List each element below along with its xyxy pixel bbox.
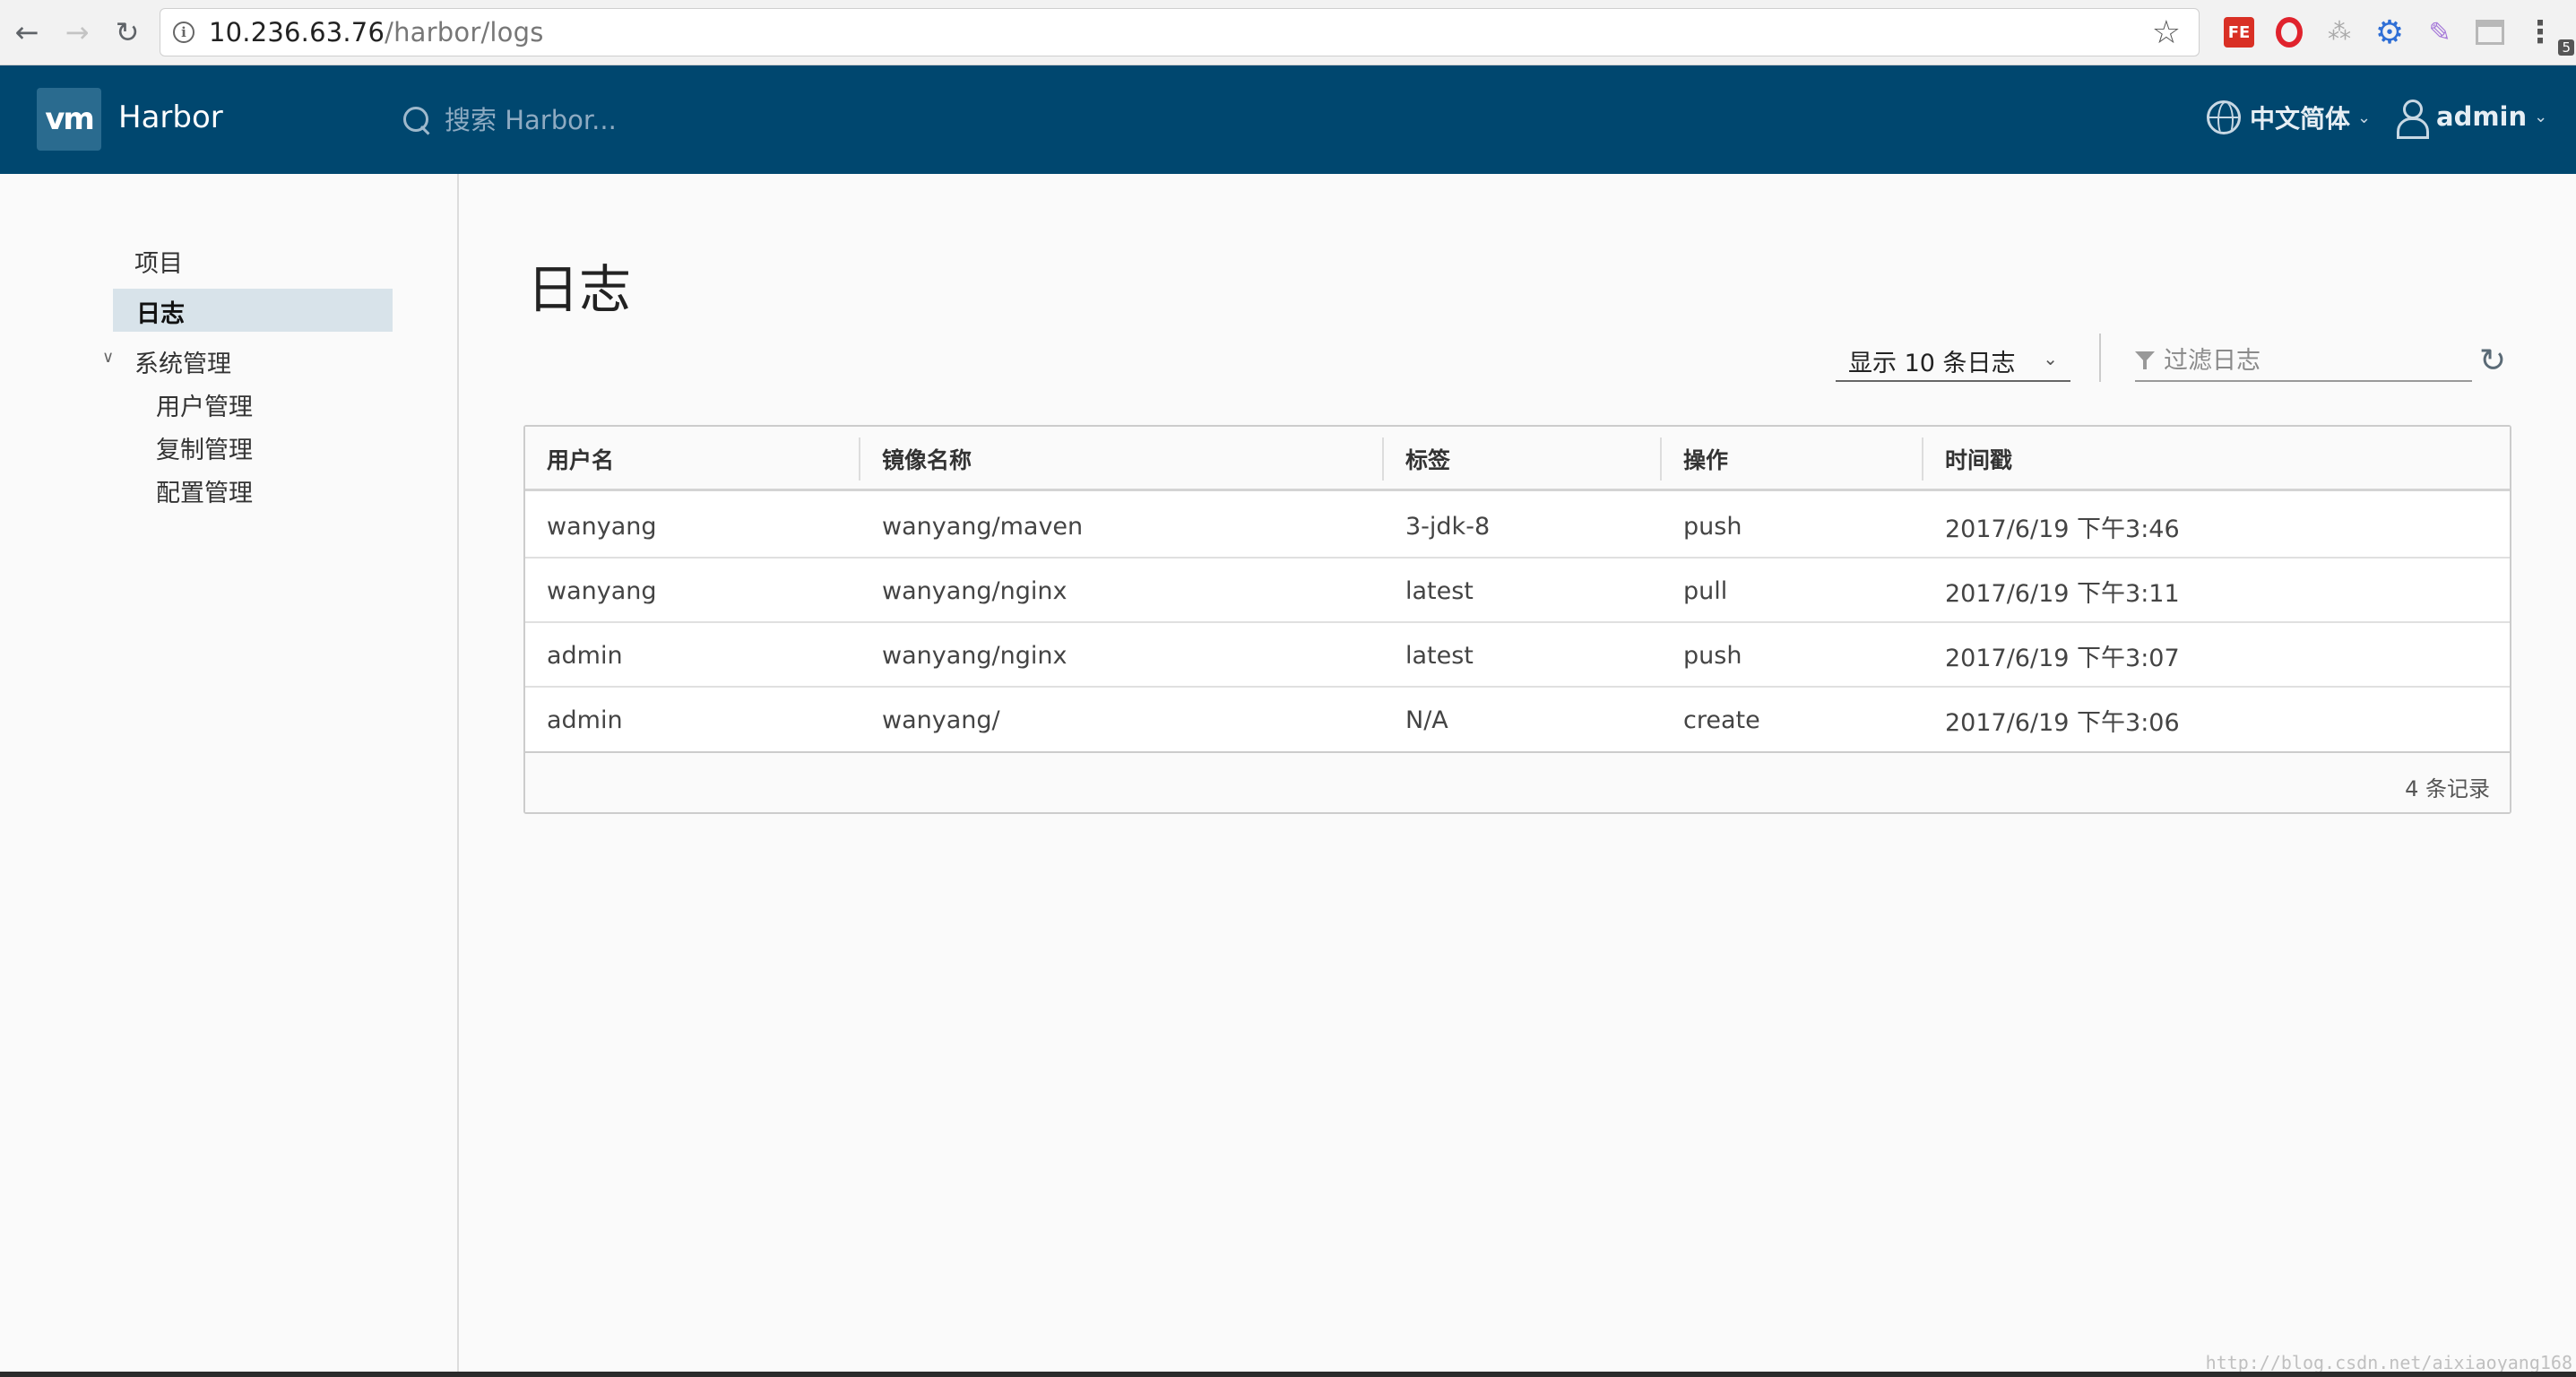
address-bar[interactable]: i 10.236.63.76/harbor/logs ☆ — [160, 8, 2200, 56]
chevron-down-icon: ⌄ — [2534, 107, 2548, 126]
sidebar-item-logs[interactable]: 日志 — [136, 294, 185, 329]
fe-extension-icon[interactable]: FE — [2221, 14, 2257, 50]
search-input[interactable] — [445, 101, 893, 139]
language-label: 中文简体 — [2250, 104, 2351, 134]
sidebar-item-configuration[interactable]: 配置管理 — [156, 473, 253, 508]
global-search — [402, 101, 893, 139]
column-header-timestamp[interactable]: 时间戳 — [1923, 427, 2012, 491]
page-size-label: 显示 10 条日志 — [1848, 349, 2016, 377]
cell-operation: push — [1683, 512, 1742, 541]
window-bottom-edge — [0, 1372, 2576, 1377]
arrow-right-icon: → — [65, 15, 90, 49]
url-host: 10.236.63.76 — [209, 17, 385, 48]
table-header: 用户名 镜像名称 标签 操作 时间戳 — [525, 427, 2510, 491]
cell-tag: latest — [1405, 576, 1474, 605]
sidebar-nav: 项目 日志 ∨ 系统管理 用户管理 复制管理 配置管理 — [0, 174, 459, 1377]
sidebar-item-replication[interactable]: 复制管理 — [156, 430, 253, 465]
cell-repository: wanyang/maven — [882, 512, 1084, 541]
url-path: /harbor/logs — [385, 17, 544, 48]
filter-input[interactable] — [2164, 342, 2459, 378]
cell-timestamp: 2017/6/19 下午3:07 — [1945, 644, 2180, 672]
extension-icons: FE ⁂ ⚙ 5 ✎ ⋮ — [2221, 11, 2574, 56]
record-count: 4 条记录 — [2405, 776, 2490, 801]
column-header-repository[interactable]: 镜像名称 — [860, 427, 972, 491]
sidebar-item-users[interactable]: 用户管理 — [156, 387, 253, 422]
browser-menu-icon[interactable]: ⋮ — [2522, 14, 2558, 50]
refresh-icon[interactable]: ↻ — [2479, 342, 2506, 379]
reload-button[interactable]: ↻ — [109, 13, 145, 52]
column-header-tag[interactable]: 标签 — [1384, 427, 1450, 491]
url-text[interactable]: 10.236.63.76/harbor/logs — [209, 17, 544, 48]
table-row[interactable]: wanyang wanyang/maven 3-jdk-8 push 2017/… — [525, 494, 2510, 559]
sidebar-item-admin[interactable]: 系统管理 — [134, 344, 231, 379]
table-row[interactable]: wanyang wanyang/nginx latest pull 2017/6… — [525, 559, 2510, 623]
vmware-logo: vm — [37, 88, 101, 151]
cell-username: wanyang — [547, 576, 657, 605]
language-switcher[interactable]: 中文简体 ⌄ — [2207, 100, 2371, 135]
cell-operation: create — [1683, 706, 1760, 734]
sidebar-item-projects[interactable]: 项目 — [134, 244, 183, 279]
gear-extension-icon[interactable]: ⚙ 5 — [2372, 14, 2574, 56]
table-footer: 4 条记录 — [525, 751, 2510, 812]
cell-username: admin — [547, 641, 623, 670]
back-button[interactable]: ← — [9, 13, 45, 52]
cell-timestamp: 2017/6/19 下午3:46 — [1945, 515, 2180, 543]
forward-button[interactable]: → — [59, 13, 95, 52]
opera-extension-icon[interactable] — [2271, 14, 2307, 50]
app-header: vm Harbor 中文简体 ⌄ admin ⌄ — [0, 65, 2576, 174]
column-header-username[interactable]: 用户名 — [525, 427, 614, 491]
bookmark-star-icon[interactable]: ☆ — [2152, 14, 2181, 51]
cell-operation: pull — [1683, 576, 1728, 605]
cell-repository: wanyang/nginx — [882, 641, 1068, 670]
watermark: http://blog.csdn.net/aixiaoyang168 — [2205, 1352, 2572, 1373]
cell-timestamp: 2017/6/19 下午3:06 — [1945, 708, 2180, 737]
cell-operation: push — [1683, 641, 1742, 670]
page-title: 日志 — [527, 259, 632, 320]
cell-timestamp: 2017/6/19 下午3:11 — [1945, 579, 2180, 608]
user-menu[interactable]: admin ⌄ — [2395, 98, 2548, 139]
cell-repository: wanyang/ — [882, 706, 1000, 734]
pen-extension-icon[interactable]: ✎ — [2422, 14, 2458, 50]
divider — [2099, 333, 2101, 382]
logs-table: 用户名 镜像名称 标签 操作 时间戳 wanyang wanyang/maven… — [523, 425, 2511, 814]
browser-toolbar: ← → ↻ i 10.236.63.76/harbor/logs ☆ FE ⁂ … — [0, 0, 2576, 65]
chevron-down-icon: ⌄ — [2357, 108, 2372, 127]
panel-extension-icon[interactable] — [2472, 14, 2508, 50]
cell-username: wanyang — [547, 512, 657, 541]
cell-tag: latest — [1405, 641, 1474, 670]
reload-icon: ↻ — [115, 15, 140, 49]
cell-tag: 3-jdk-8 — [1405, 512, 1491, 541]
page-size-select[interactable]: 显示 10 条日志 ⌄ — [1836, 341, 2070, 382]
brand-name[interactable]: Harbor — [118, 100, 223, 135]
column-header-operation[interactable]: 操作 — [1662, 427, 1728, 491]
table-row[interactable]: admin wanyang/ N/A create 2017/6/19 下午3:… — [525, 688, 2510, 752]
chevron-down-icon[interactable]: ∨ — [102, 348, 114, 367]
username-label: admin — [2436, 101, 2528, 132]
tree-extension-icon[interactable]: ⁂ — [2321, 14, 2357, 50]
filter-icon — [2135, 350, 2158, 371]
log-filter — [2135, 341, 2472, 382]
cell-username: admin — [547, 706, 623, 734]
arrow-left-icon: ← — [14, 15, 39, 49]
cell-repository: wanyang/nginx — [882, 576, 1068, 605]
chevron-down-icon: ⌄ — [2043, 348, 2058, 369]
info-icon[interactable]: i — [173, 22, 194, 43]
user-icon — [2395, 98, 2429, 139]
globe-icon — [2207, 100, 2241, 134]
extension-badge: 5 — [2558, 39, 2574, 56]
cell-tag: N/A — [1405, 706, 1448, 734]
table-row[interactable]: admin wanyang/nginx latest push 2017/6/1… — [525, 623, 2510, 688]
search-icon — [402, 105, 432, 135]
